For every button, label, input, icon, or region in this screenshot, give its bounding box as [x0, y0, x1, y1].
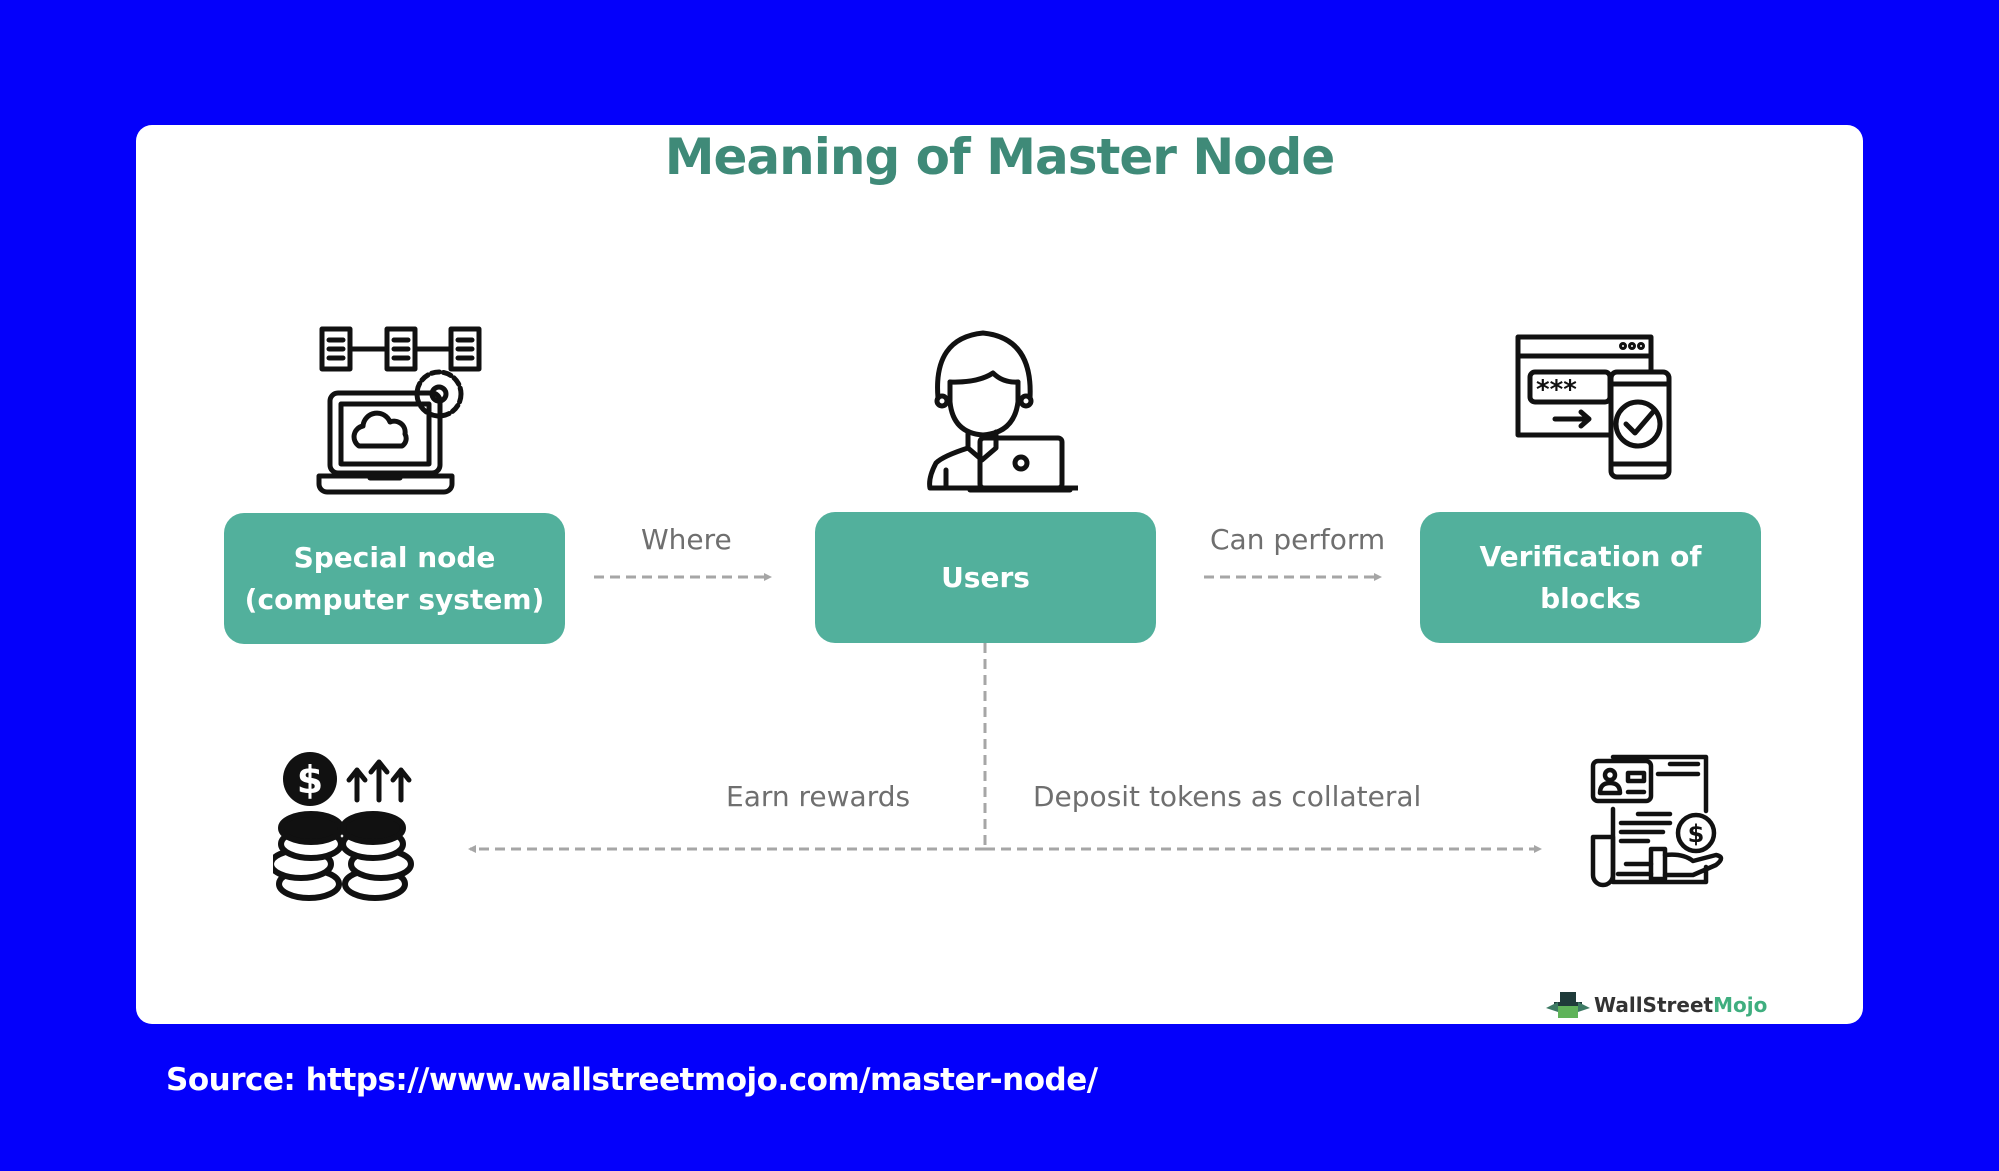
logo-text: WallStreetMojo	[1594, 993, 1767, 1017]
svg-text:$: $	[297, 758, 323, 802]
node-label-line1: Special node	[293, 540, 496, 574]
node-special-node: Special node (computer system)	[224, 513, 565, 644]
node-users: Users	[815, 512, 1156, 643]
edge-label-can-perform: Can perform	[1210, 523, 1386, 556]
source-caption: Source: https://www.wallstreetmojo.com/m…	[166, 1062, 1098, 1098]
password-mobile-verified-icon: ***	[1515, 334, 1672, 480]
edge-label-deposit-collateral: Deposit tokens as collateral	[1033, 780, 1422, 813]
logo-text-mojo: Mojo	[1713, 993, 1768, 1017]
node-label: Users	[941, 560, 1030, 594]
wallstreetmojo-logo: WallStreetMojo	[1542, 990, 1767, 1020]
node-verification: Verification of blocks	[1420, 512, 1761, 643]
user-laptop-icon	[927, 330, 1078, 493]
node-label-line2: blocks	[1540, 581, 1641, 615]
node-label-line2: (computer system)	[244, 582, 545, 616]
laptop-cloud-servers-gear-icon	[316, 326, 482, 495]
document-dollar-hand-icon: $	[1590, 754, 1724, 888]
edge-label-where: Where	[641, 523, 732, 556]
node-label-line1: Verification of	[1479, 539, 1702, 573]
coins-dollar-arrows-up-icon: $	[273, 752, 414, 901]
edge-label-earn-rewards: Earn rewards	[726, 780, 911, 813]
logo-text-wallstreet: WallStreet	[1594, 993, 1714, 1017]
mascot-logo-icon	[1546, 992, 1590, 1018]
svg-text:***: ***	[1536, 375, 1577, 405]
svg-text:$: $	[1688, 820, 1705, 848]
